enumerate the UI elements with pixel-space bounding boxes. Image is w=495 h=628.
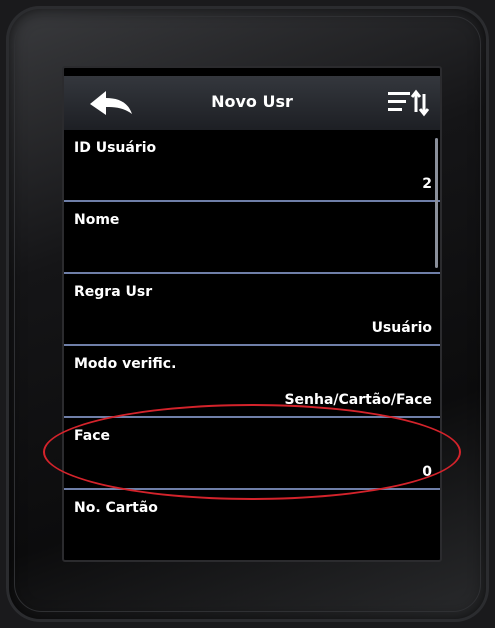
field-value: Senha/Cartão/Face bbox=[284, 392, 432, 408]
header-bar: Novo Usr bbox=[64, 76, 440, 130]
field-label: Face bbox=[74, 428, 110, 444]
field-label: Nome bbox=[74, 212, 120, 228]
device-screen: Novo Usr ID Usuário 2 Nome Regra Usr Usu… bbox=[62, 66, 442, 562]
field-label: ID Usuário bbox=[74, 140, 157, 156]
field-user-role[interactable]: Regra Usr Usuário bbox=[64, 274, 440, 346]
field-card-number[interactable]: No. Cartão bbox=[64, 490, 440, 560]
field-face[interactable]: Face 0 bbox=[64, 418, 440, 490]
field-value: Usuário bbox=[371, 320, 432, 336]
field-name[interactable]: Nome bbox=[64, 202, 440, 274]
field-label: Regra Usr bbox=[74, 284, 153, 300]
field-label: No. Cartão bbox=[74, 500, 158, 516]
sort-menu-button[interactable] bbox=[386, 88, 430, 118]
user-form-list: ID Usuário 2 Nome Regra Usr Usuário Modo… bbox=[64, 130, 440, 560]
page-title: Novo Usr bbox=[211, 92, 293, 111]
sort-menu-icon bbox=[388, 89, 430, 117]
field-value: 2 bbox=[422, 176, 432, 192]
field-label: Modo verific. bbox=[74, 356, 177, 372]
field-value: 0 bbox=[422, 464, 432, 480]
scrollbar[interactable] bbox=[435, 138, 438, 268]
field-verify-mode[interactable]: Modo verific. Senha/Cartão/Face bbox=[64, 346, 440, 418]
field-user-id[interactable]: ID Usuário 2 bbox=[64, 130, 440, 202]
